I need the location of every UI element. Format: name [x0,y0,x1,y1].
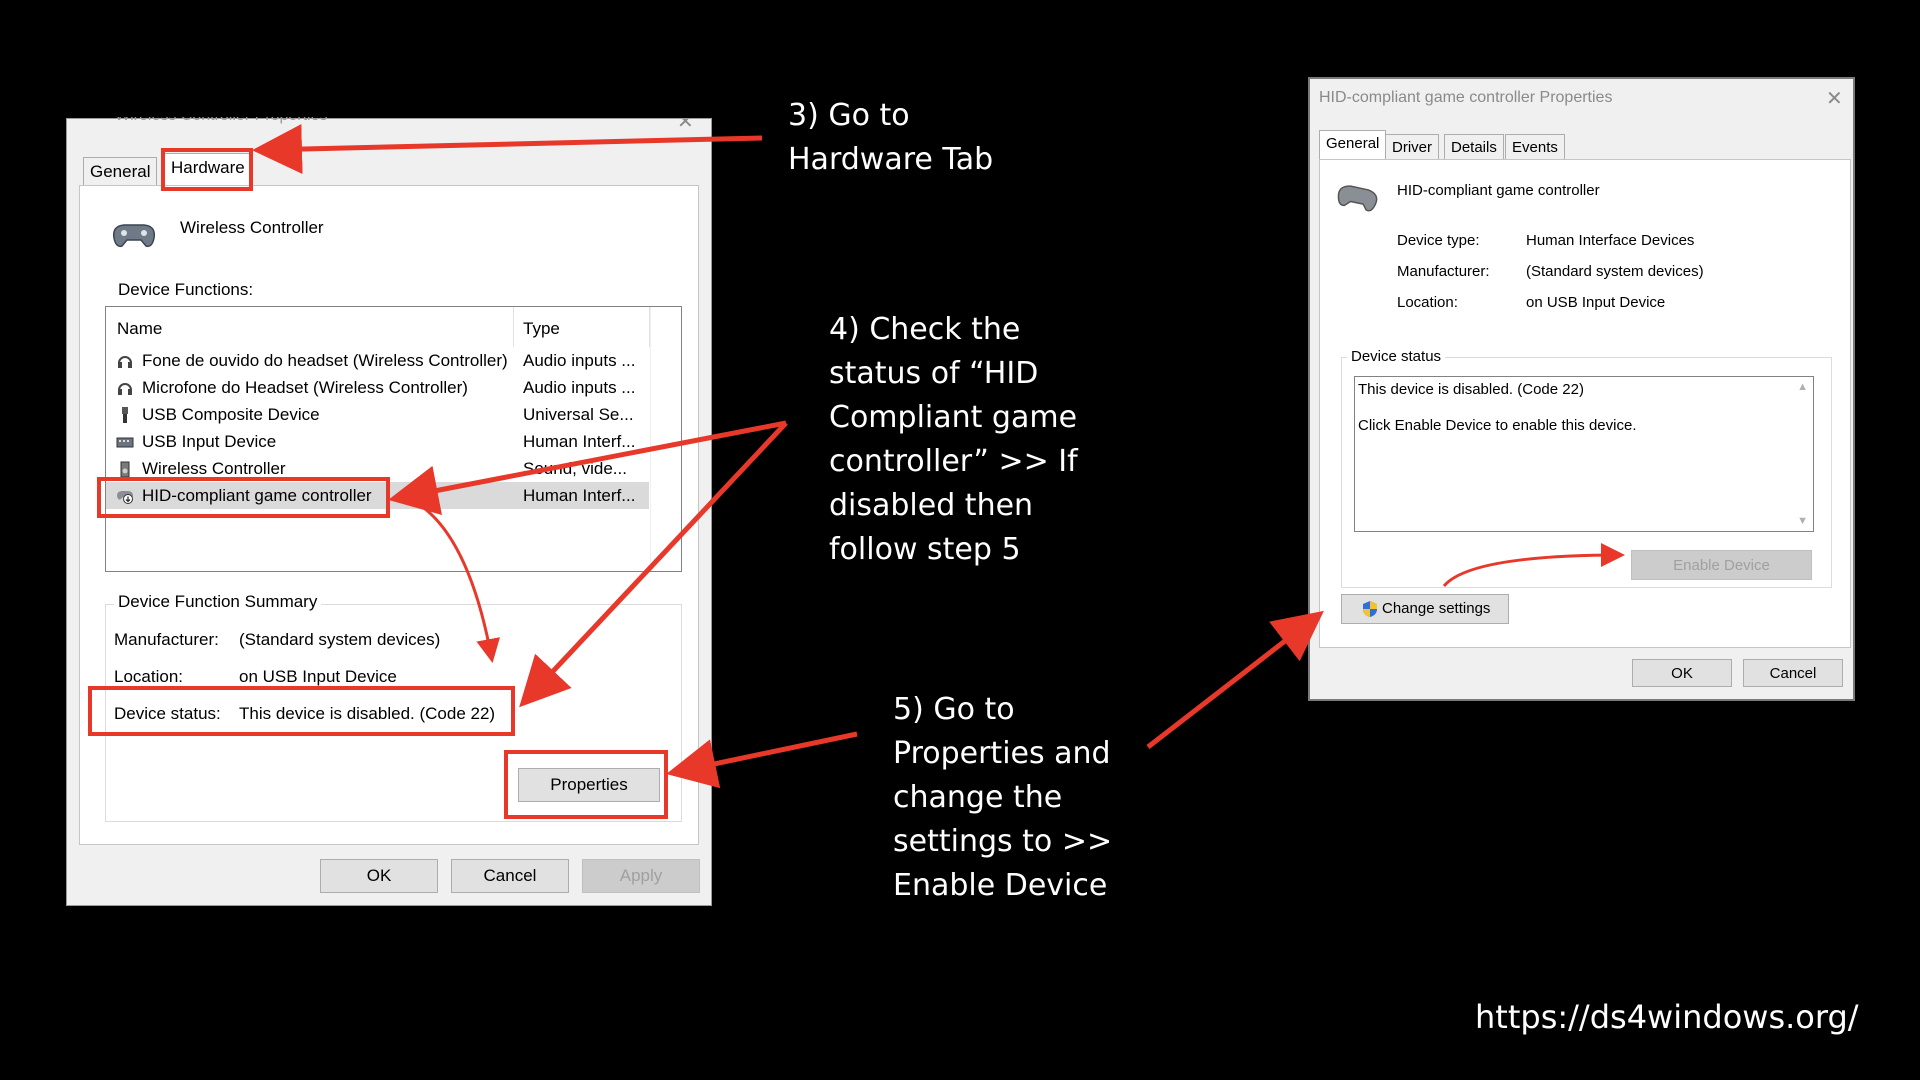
manufacturer-label: Manufacturer: [114,630,219,649]
annotation-line: Enable Device [893,868,1108,903]
dialog-title: Wireless Controller Properties [115,107,328,124]
step-4-annotation: 4) Check the status of “HID Compliant ga… [829,308,1078,572]
row-type: Universal Se... [523,405,634,424]
headset-icon [118,383,132,395]
annotation-line: Compliant game [829,400,1078,435]
row-type: Audio inputs ... [523,351,636,370]
highlight-hid-row [97,477,390,518]
column-divider [513,307,514,347]
location-label: Location: [114,667,183,686]
apply-button[interactable]: Apply [582,859,700,893]
list-scrollbar[interactable] [650,307,681,571]
dialog-title: HID-compliant game controller Properties [1319,89,1613,106]
ok-button[interactable]: OK [320,859,438,893]
speaker-icon [120,461,130,478]
annotation-line: disabled then [829,488,1034,523]
uac-shield-icon [1363,601,1377,617]
tab-general[interactable]: General [83,157,158,185]
row-type: Human Interf... [523,486,636,505]
list-item[interactable]: USB Composite Device Universal Se... [106,401,681,428]
annotation-line: change the [893,780,1063,815]
annotation-line: 5) Go to [893,692,1015,727]
tab-driver[interactable]: Driver [1385,134,1439,160]
scroll-down-icon[interactable]: ▼ [1797,515,1808,527]
list-item[interactable]: Microfone do Headset (Wireless Controlle… [106,374,681,401]
location-value: on USB Input Device [1526,294,1666,311]
annotation-line: status of “HID [829,356,1039,391]
cancel-button[interactable]: Cancel [451,859,569,893]
list-item[interactable]: USB Input Device Human Interf... [106,428,681,455]
change-settings-label: Change settings [1382,600,1491,617]
annotation-line: 3) Go to [788,98,910,133]
row-name: Wireless Controller [142,459,286,478]
manufacturer-value: (Standard system devices) [239,630,441,649]
usb-icon [122,407,128,423]
highlight-device-status [88,686,515,736]
annotation-line: 4) Check the [829,312,1021,347]
highlight-properties-button [504,750,668,819]
tab-general[interactable]: General [1319,130,1387,160]
headset-icon [118,356,132,368]
step-5-annotation: 5) Go to Properties and change the setti… [893,688,1112,908]
cancel-button[interactable]: Cancel [1743,659,1843,687]
device-name: Wireless Controller [180,218,324,237]
device-functions-label: Device Functions: [118,280,254,299]
gamepad-icon [112,224,156,248]
device-type-label: Device type: [1397,232,1480,249]
device-name: HID-compliant game controller [1397,182,1600,199]
gamepad-icon [1337,185,1378,212]
arrow-to-change-settings [1146,610,1324,749]
column-header-type[interactable]: Type [523,319,560,339]
manufacturer-value: (Standard system devices) [1526,263,1704,280]
device-status-box[interactable]: This device is disabled. (Code 22) Click… [1354,376,1814,532]
annotation-line: settings to >> [893,824,1113,859]
annotation-line: follow step 5 [829,532,1021,567]
column-header-name[interactable]: Name [117,319,162,339]
status-line-1: This device is disabled. (Code 22) [1358,381,1584,398]
status-group-label: Device status [1347,348,1446,365]
enable-device-button[interactable]: Enable Device [1631,550,1812,580]
source-url[interactable]: https://ds4windows.org/ [1475,998,1859,1036]
row-type: Audio inputs ... [523,378,636,397]
ok-button[interactable]: OK [1632,659,1732,687]
summary-group-label: Device Function Summary [114,592,322,612]
list-item[interactable]: Fone de ouvido do headset (Wireless Cont… [106,347,681,374]
tab-events[interactable]: Events [1505,134,1565,160]
close-icon[interactable]: ✕ [1826,86,1843,111]
highlight-hardware-tab [161,148,253,191]
annotation-line: controller” >> If [829,444,1078,479]
row-name: USB Composite Device [142,405,320,424]
manufacturer-label: Manufacturer: [1397,263,1490,280]
row-name: Fone de ouvido do headset (Wireless Cont… [142,351,508,370]
keyboard-icon [116,437,134,448]
device-functions-list[interactable]: Name Type Fone de ouvido do headset (Wir… [105,306,682,572]
row-type: Human Interf... [523,432,636,451]
row-name: Microfone do Headset (Wireless Controlle… [142,378,468,397]
change-settings-button[interactable]: Change settings [1341,594,1509,624]
step-3-annotation: 3) Go to Hardware Tab [788,94,993,182]
close-icon[interactable]: ✕ [677,119,694,134]
annotation-line: Properties and [893,736,1111,771]
tab-details[interactable]: Details [1444,134,1504,160]
general-panel: HID-compliant game controller Device typ… [1319,159,1851,648]
device-type-value: Human Interface Devices [1526,232,1695,249]
annotation-line: Hardware Tab [788,142,994,177]
location-value: on USB Input Device [239,667,397,686]
hid-controller-properties-dialog: HID-compliant game controller Properties… [1308,77,1855,701]
location-label: Location: [1397,294,1458,311]
row-name: USB Input Device [142,432,277,451]
status-line-2: Click Enable Device to enable this devic… [1358,417,1637,434]
row-type: Sound, vide... [523,459,627,478]
scroll-up-icon[interactable]: ▲ [1797,381,1808,393]
